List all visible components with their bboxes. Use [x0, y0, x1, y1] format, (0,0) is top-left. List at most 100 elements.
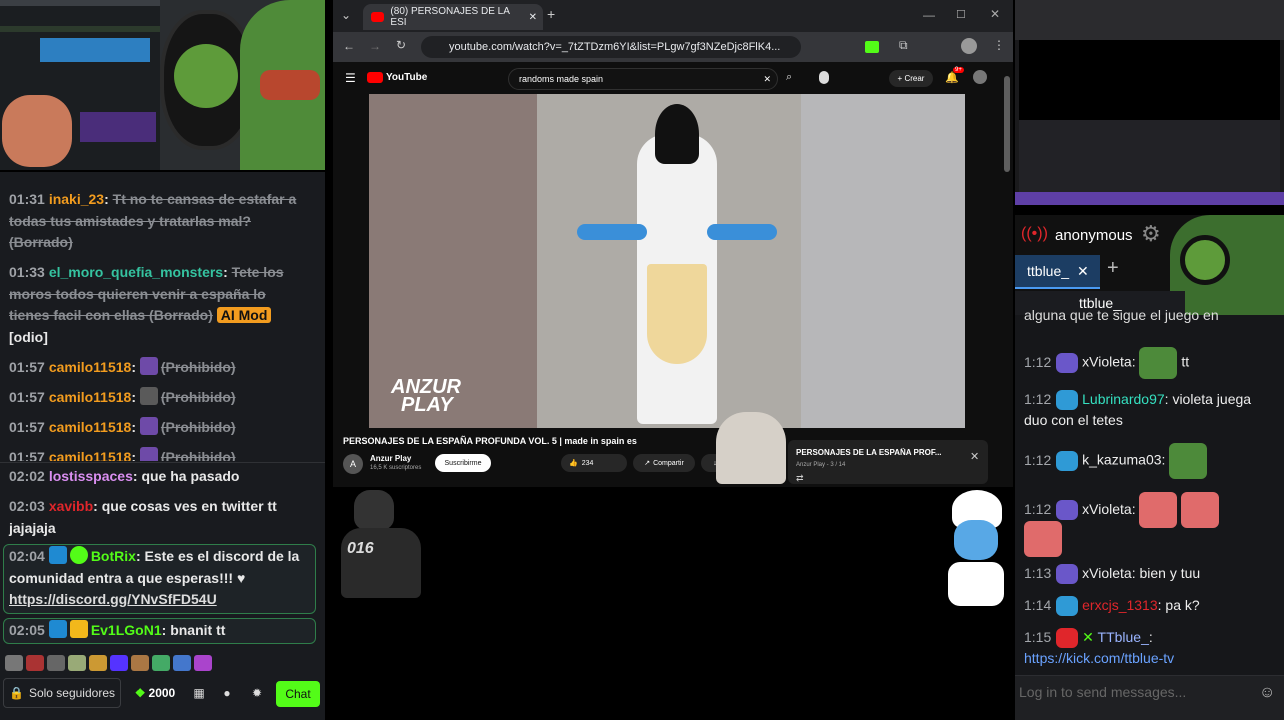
chat-message: 02:05 Ev1LGoN1: bnanit tt	[9, 620, 226, 638]
followers-only-button[interactable]: 🔒 Solo seguidores	[3, 678, 121, 708]
like-button[interactable]: 👍 234	[561, 454, 627, 472]
chat-message: 1:15 ✕ TTblue_: https://kick.com/ttblue-t…	[1024, 628, 1175, 667]
youtube-logo[interactable]: YouTube	[367, 72, 427, 83]
minimize-icon[interactable]: —	[923, 8, 935, 22]
channel-avatar[interactable]: A	[343, 454, 363, 474]
channel-name[interactable]: Anzur Play	[370, 454, 411, 463]
verified-icon	[69, 546, 88, 564]
account-avatar[interactable]	[973, 70, 987, 84]
clear-search-icon: ✕	[763, 73, 771, 84]
cat-overlay	[716, 412, 786, 484]
youtube-favicon-icon	[371, 12, 385, 22]
chat-input-area: 🔒 Solo seguidores ❖ 2000 ▦ ● ✹ Chat	[0, 652, 325, 720]
extensions-icon[interactable]: ⧉	[899, 38, 908, 53]
browser-tab[interactable]: (80) PERSONAJES DE LA ESI ✕	[363, 4, 543, 30]
repeat-icon[interactable]: ⇄	[796, 473, 804, 484]
chat-message: 02:04 BotRix: Este es el discord de la co…	[9, 546, 300, 607]
moderator-icon	[48, 620, 67, 638]
hamburger-icon[interactable]: ☰	[345, 71, 356, 85]
pepe-image	[240, 0, 325, 170]
close-window-icon[interactable]: ✕	[990, 7, 1000, 21]
pepe-sniper-image	[1170, 215, 1284, 315]
cat-emote	[1139, 492, 1178, 529]
account-name[interactable]: anonymous	[1055, 227, 1133, 244]
chat-message: 02:02 lostisspaces: que ha pasado	[9, 468, 240, 484]
chat-message: 01:57 camilo11518: (Prohibido)	[9, 417, 236, 435]
thumbs-up-icon: 👍	[569, 460, 578, 467]
chat-message: 1:12 xVioleta:	[1024, 491, 1276, 529]
chat-bubble-icon[interactable]: ●	[216, 682, 238, 704]
streamer-webcam	[0, 0, 325, 170]
panther-mascot: 016	[336, 490, 426, 600]
sword-icon: ✕	[1082, 629, 1094, 645]
chat-message: 02:03 xavibb: que cosas ves en twitter tt…	[9, 498, 277, 536]
lock-icon: 🔒	[8, 686, 24, 700]
pepe-emote	[1139, 347, 1178, 379]
kick-extension-icon[interactable]	[865, 41, 879, 53]
chat-send-button[interactable]: Chat	[276, 681, 320, 707]
points-icon: ❖	[134, 686, 146, 700]
chat-message: 01:31 inaki_23: Tt no te cansas de estafa…	[9, 191, 297, 250]
sub-badge-icon	[1056, 500, 1079, 521]
create-button[interactable]: + Crear	[889, 70, 933, 87]
playlist-miniplayer[interactable]: PERSONAJES DE LA ESPAÑA PROF... Anzur Pl…	[788, 440, 988, 484]
add-tab-icon[interactable]: +	[1107, 257, 1119, 280]
right-chat-input[interactable]: Log in to send messages... ☺	[1015, 675, 1284, 720]
forward-icon[interactable]: →	[369, 39, 381, 53]
emote-icon	[139, 357, 158, 375]
broadcast-icon: ((•))	[1021, 225, 1048, 242]
emote-bar[interactable]	[5, 655, 215, 676]
page-scrollbar[interactable]	[1004, 76, 1010, 172]
chat-message: 1:12 k_kazuma03:	[1024, 443, 1276, 479]
back-icon[interactable]: ←	[343, 39, 355, 53]
chat-message: 01:33 el_moro_quefia_monsters: Tete los m…	[9, 264, 284, 345]
pepe-emote	[1169, 443, 1208, 479]
sub-badge-icon	[1056, 564, 1079, 585]
youtube-search-input[interactable]: randoms made spain ✕	[508, 68, 778, 90]
settings-gear-icon[interactable]: ⚙	[1141, 221, 1161, 247]
close-tab-icon[interactable]: ✕	[1077, 263, 1089, 280]
ai-mod-badge: AI Mod	[216, 307, 272, 323]
emoji-icon[interactable]: ☺	[1259, 684, 1275, 702]
menu-icon[interactable]: ⋮	[993, 38, 1005, 52]
reload-icon[interactable]: ↻	[396, 38, 406, 52]
cat-emote	[1181, 492, 1220, 529]
cat-emote	[1024, 521, 1062, 557]
profile-avatar[interactable]	[961, 38, 977, 54]
chat-message: 01:57 camilo11518: (Prohibido)	[9, 447, 309, 461]
tab-search-icon[interactable]: ⌄	[341, 8, 351, 22]
chat-message: 1:14 erxcjs_1313: pa k?	[1024, 595, 1276, 617]
anzur-play-watermark: ANZUR PLAY	[391, 376, 461, 416]
right-chat-panel: alguna que te sigue el juego en 1:12 xVi…	[1015, 307, 1284, 675]
subscribe-button[interactable]: Suscribirme	[435, 454, 491, 472]
close-tab-icon[interactable]: ✕	[529, 12, 537, 23]
youtube-play-icon	[367, 72, 383, 83]
close-playlist-icon[interactable]: ✕	[970, 450, 979, 463]
points-counter[interactable]: ❖ 2000	[130, 678, 180, 708]
desktop-preview	[1015, 0, 1284, 205]
share-button[interactable]: ↗ Compartir	[633, 454, 695, 472]
smurf-image	[944, 490, 1008, 608]
search-icon[interactable]: ⌕	[786, 71, 792, 84]
url-input[interactable]: youtube.com/watch?v=_7tZTDzm6YI&list=PLg…	[421, 36, 801, 58]
microphone-icon[interactable]	[819, 71, 829, 84]
maximize-icon[interactable]: ☐	[956, 8, 966, 21]
crown-badge-icon	[1056, 451, 1079, 471]
emote-icon	[139, 387, 158, 405]
channel-tab[interactable]: ttblue_ ✕	[1015, 255, 1100, 289]
stream-preview-screen	[0, 0, 160, 170]
chat-message-partial: alguna que te sigue el juego en	[1024, 307, 1219, 323]
gear-icon[interactable]: ✹	[246, 682, 268, 704]
kick-link[interactable]: https://kick.com/ttblue-tv	[1024, 650, 1174, 666]
browser-window: ⌄ (80) PERSONAJES DE LA ESI ✕ + — ☐ ✕ ← …	[333, 0, 1013, 487]
channel-row: A Anzur Play 16,5 K suscriptores Suscrib…	[343, 452, 773, 476]
discord-link[interactable]: https://discord.gg/YNvSfFD54U	[9, 591, 217, 607]
video-player[interactable]: ANZUR PLAY	[369, 94, 965, 428]
youtube-header: ☰ YouTube randoms made spain ✕ ⌕ + Crear …	[333, 62, 1013, 94]
sub-badge-icon	[1056, 353, 1079, 373]
notification-badge: 9+	[953, 67, 964, 73]
new-tab-icon[interactable]: +	[547, 6, 555, 22]
left-chat-panel: 01:31 inaki_23: Tt no te cansas de estafa…	[0, 172, 325, 720]
crown-badge-icon	[1056, 390, 1079, 411]
store-icon[interactable]: ▦	[188, 682, 210, 704]
